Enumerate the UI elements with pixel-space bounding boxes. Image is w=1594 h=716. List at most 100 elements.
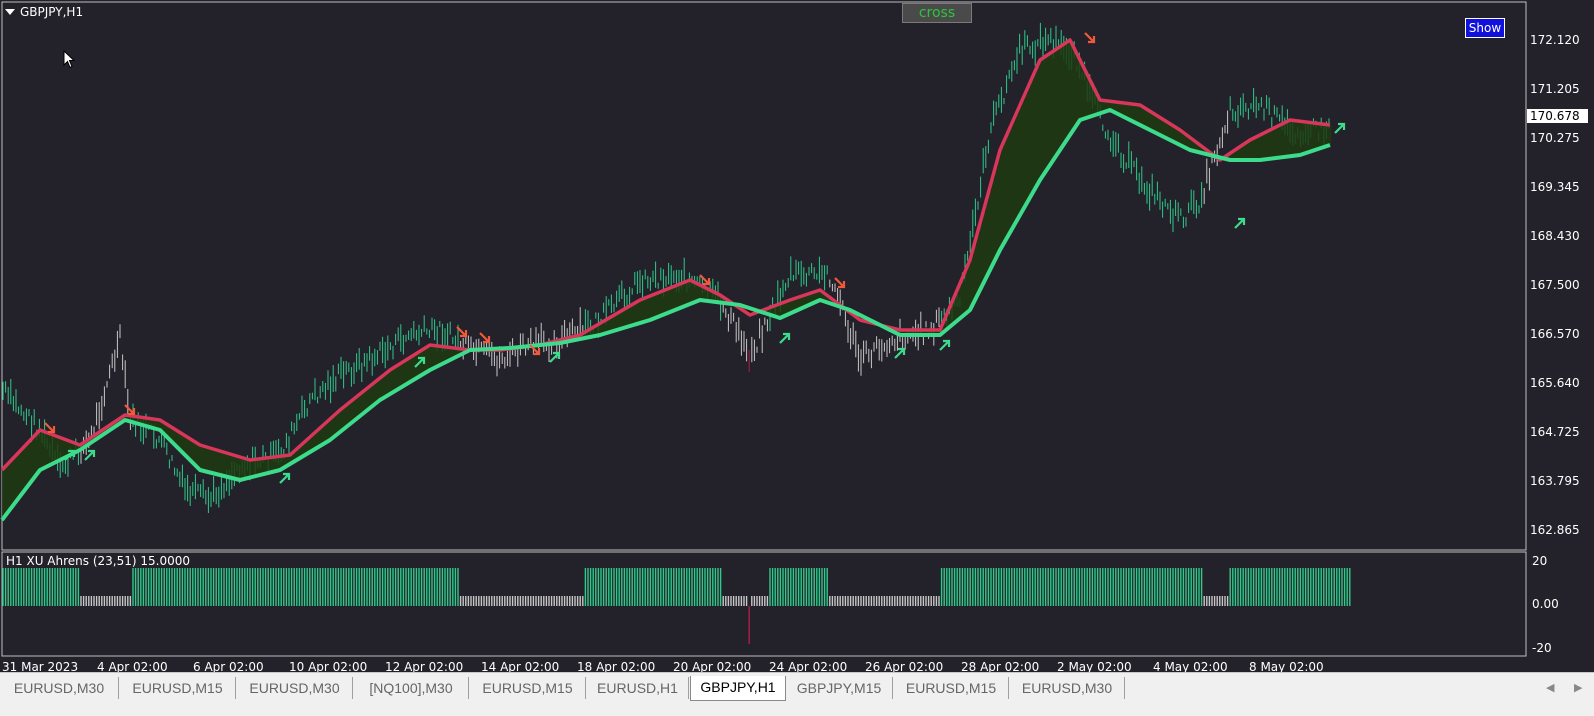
cloud-segment: [641, 300, 644, 323]
tab-eurusd-m15[interactable]: EURUSD,M15: [120, 677, 236, 699]
cloud-segment: [680, 284, 683, 308]
chevron-left-icon[interactable]: ◀: [1546, 681, 1554, 694]
cloud-segment: [1031, 80, 1034, 196]
cloud-segment: [986, 201, 989, 278]
price-chart[interactable]: [0, 0, 1594, 672]
cloud-segment: [677, 285, 680, 309]
price-axis-label: 169.345: [1530, 180, 1580, 194]
cloud-segment: [1322, 124, 1325, 148]
cloud-segment: [1277, 127, 1280, 158]
cloud-segment: [1007, 134, 1010, 238]
cloud-segment: [629, 306, 632, 326]
cloud-segment: [989, 190, 992, 272]
triangle-down-icon[interactable]: [5, 9, 15, 15]
cloud-segment: [11, 461, 14, 509]
cloud-segment: [1004, 141, 1007, 243]
fast-ma-line: [2, 40, 1330, 470]
cloud-segment: [224, 452, 227, 476]
cloud-segment: [1262, 134, 1265, 160]
tab-eurusd-m30[interactable]: EURUSD,M30: [0, 677, 119, 699]
cloud-segment: [683, 283, 686, 307]
cloud-segment: [1280, 125, 1283, 158]
cloud-segment: [1304, 122, 1307, 154]
cloud-segment: [1076, 52, 1079, 126]
cloud-segment: [1067, 42, 1070, 140]
cloud-segment: [245, 459, 248, 479]
cloud-segment: [644, 298, 647, 321]
cloud-segment: [206, 447, 209, 472]
cloud-segment: [659, 292, 662, 316]
cloud-segment: [1319, 124, 1322, 149]
cloud-segment: [686, 282, 689, 306]
cloud-segment: [1049, 54, 1052, 167]
cloud-segment: [221, 451, 224, 475]
indicator-histogram: [3, 568, 1350, 644]
cloud-segment: [665, 290, 668, 314]
chart-tab-bar: EURUSD,M30 EURUSD,M15 EURUSD,M30 [NQ100]…: [0, 672, 1594, 716]
cloud-segment: [1022, 101, 1025, 212]
tab-gbpjpy-h1[interactable]: GBPJPY,H1: [690, 676, 786, 701]
cloud-segment: [992, 179, 995, 266]
tab-eurusd-m30[interactable]: EURUSD,M30: [1010, 677, 1125, 699]
cloud-segment: [38, 432, 41, 473]
cloud-segment: [1070, 40, 1073, 135]
cloud-segment: [650, 296, 653, 320]
cloud-segment: [1061, 46, 1064, 149]
cloud-segment: [1247, 142, 1250, 160]
cloud-segment: [1316, 123, 1319, 149]
price-axis-label: 172.120: [1530, 33, 1580, 47]
signal-arrows: [45, 33, 1344, 483]
cloud-segment: [212, 449, 215, 473]
chevron-right-icon[interactable]: ▶: [1574, 681, 1582, 694]
cross-button[interactable]: cross: [902, 3, 972, 23]
cloud-segment: [203, 446, 206, 471]
buy-arrow-icon: [280, 474, 289, 483]
chart-window[interactable]: GBPJPY,H1 cross Show 172.120 171.205 170…: [0, 0, 1594, 672]
cloud-segment: [1307, 122, 1310, 153]
cloud-segment: [17, 454, 20, 500]
cloud-segment: [962, 279, 965, 317]
cloud-segment: [647, 297, 650, 321]
cloud-segment: [1046, 56, 1049, 171]
cloud-segment: [1034, 74, 1037, 191]
show-button[interactable]: Show: [1465, 18, 1505, 38]
cloud-segment: [692, 281, 695, 303]
cloud-segment: [1259, 136, 1262, 161]
tab-gbpjpy-m15[interactable]: GBPJPY,M15: [786, 677, 893, 699]
cloud-segment: [1064, 44, 1067, 144]
cloud-segment: [995, 168, 998, 260]
cloud-segment: [638, 301, 641, 323]
sell-arrow-icon: [1085, 33, 1094, 42]
cloud-segment: [1244, 144, 1247, 160]
cloud-segment: [689, 280, 692, 304]
cloud-segment: [41, 430, 44, 469]
indicator-axis-label: 0.00: [1532, 597, 1559, 611]
cloud-segment: [230, 454, 233, 478]
cloud-segment: [1043, 58, 1046, 176]
cloud-segment: [1073, 46, 1076, 131]
tab-eurusd-m15[interactable]: EURUSD,M15: [470, 677, 586, 699]
sell-arrow-icon: [480, 333, 489, 342]
tab-nq100-m30[interactable]: [NQ100],M30: [354, 677, 469, 699]
cloud-segment: [668, 289, 671, 313]
price-axis-label: 166.570: [1530, 327, 1580, 341]
cloud-segment: [236, 456, 239, 479]
tab-eurusd-m15[interactable]: EURUSD,M15: [894, 677, 1009, 699]
cloud-segment: [632, 305, 635, 326]
cloud-segment: [1271, 130, 1274, 159]
price-axis-label: 171.205: [1530, 82, 1580, 96]
cloud-segment: [1310, 123, 1313, 152]
cloud-segment: [47, 433, 50, 467]
cloud-segment: [1289, 121, 1292, 157]
current-price-label: 170.678: [1527, 109, 1588, 123]
price-axis-label: 164.725: [1530, 425, 1580, 439]
cloud-segment: [1295, 121, 1298, 156]
tab-eurusd-h1[interactable]: EURUSD,H1: [587, 677, 689, 699]
cloud-segment: [1274, 128, 1277, 158]
cloud-segment: [1058, 48, 1061, 153]
cloud-segment: [1136, 105, 1139, 124]
cloud-segment: [662, 291, 665, 315]
ma-cloud: [2, 40, 1331, 520]
tab-eurusd-m30[interactable]: EURUSD,M30: [237, 677, 353, 699]
cloud-segment: [248, 459, 251, 478]
